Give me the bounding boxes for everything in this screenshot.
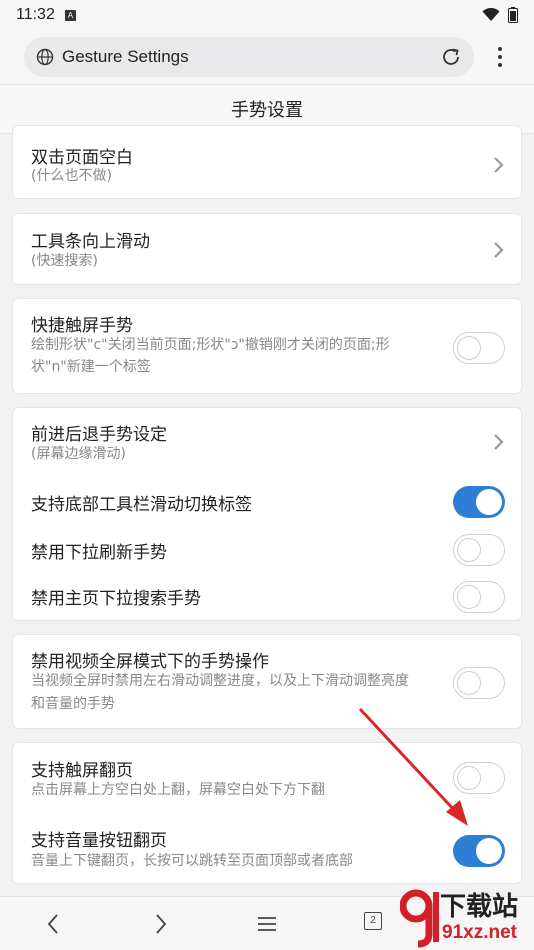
setting-quick-touch[interactable]: 快捷触屏手势 绘制形状"c"关闭当前页面;形状"ɔ"撤销刚才关闭的页面;形 状"… [13, 299, 523, 395]
globe-icon [36, 48, 54, 66]
touch-page-turn-toggle[interactable] [453, 762, 505, 794]
setting-subtitle: (屏幕边缘滑动) [31, 446, 126, 462]
hamburger-icon [258, 917, 276, 931]
volume-page-turn-toggle[interactable] [453, 835, 505, 867]
tab-count-button[interactable]: 2 [364, 912, 382, 930]
setting-title: 禁用下拉刷新手势 [31, 543, 167, 563]
setting-title: 禁用视频全屏模式下的手势操作 [31, 652, 269, 672]
card-video-fullscreen: 禁用视频全屏模式下的手势操作 当视频全屏时禁用左右滑动调整进度，以及上下滑动调整… [12, 634, 522, 729]
setting-title: 支持触屏翻页 [31, 761, 133, 781]
quick-touch-toggle[interactable] [453, 332, 505, 364]
setting-touch-page-turn[interactable]: 支持触屏翻页 点击屏幕上方空白处上翻，屏幕空白处下方下翻 [13, 743, 523, 811]
setting-title: 工具条向上滑动 [31, 232, 150, 252]
setting-disable-video-fullscreen[interactable]: 禁用视频全屏模式下的手势操作 当视频全屏时禁用左右滑动调整进度，以及上下滑动调整… [13, 635, 523, 730]
bottom-toolbar-swipe-toggle[interactable] [453, 486, 505, 518]
forward-button[interactable] [146, 909, 176, 939]
watermark: 下载站 91xz.net [400, 884, 534, 950]
status-time: 11:32 [16, 6, 55, 23]
setting-subtitle: 当视频全屏时禁用左右滑动调整进度，以及上下滑动调整亮度 [31, 673, 409, 689]
setting-toolbar-swipe-up[interactable]: 工具条向上滑动 (快速搜索) [13, 214, 523, 286]
chevron-right-icon [494, 434, 504, 450]
setting-disable-pull-refresh[interactable]: 禁用下拉刷新手势 [13, 528, 523, 574]
card-page-turning: 支持触屏翻页 点击屏幕上方空白处上翻，屏幕空白处下方下翻 支持音量按钮翻页 音量… [12, 742, 522, 884]
setting-title: 禁用主页下拉搜索手势 [31, 589, 201, 609]
card-toolbar-swipe: 工具条向上滑动 (快速搜索) [12, 213, 522, 285]
chevron-right-icon [494, 242, 504, 258]
disable-home-pull-search-toggle[interactable] [453, 581, 505, 613]
setting-subtitle: 音量上下键翻页，长按可以跳转至页面顶部或者底部 [31, 853, 353, 869]
chevron-right-icon [156, 914, 167, 934]
setting-subtitle: 绘制形状"c"关闭当前页面;形状"ɔ"撤销刚才关闭的页面;形 [31, 337, 390, 353]
setting-double-tap[interactable]: 双击页面空白 (什么也不做) [13, 126, 523, 200]
setting-volume-page-turn[interactable]: 支持音量按钮翻页 音量上下键翻页，长按可以跳转至页面顶部或者底部 [13, 815, 523, 883]
card-quick-touch: 快捷触屏手势 绘制形状"c"关闭当前页面;形状"ɔ"撤销刚才关闭的页面;形 状"… [12, 298, 522, 394]
setting-disable-home-pull-search[interactable]: 禁用主页下拉搜索手势 [13, 574, 523, 620]
status-bar: 11:32 A [0, 0, 534, 30]
card-double-tap: 双击页面空白 (什么也不做) [12, 125, 522, 199]
setting-title: 支持底部工具栏滑动切换标签 [31, 495, 252, 515]
setting-subtitle: 状"n"新建一个标签 [31, 359, 151, 375]
battery-icon [508, 7, 518, 23]
watermark-en: 91xz.net [442, 922, 517, 943]
disable-video-fullscreen-toggle[interactable] [453, 667, 505, 699]
card-gesture-group: 前进后退手势设定 (屏幕边缘滑动) 支持底部工具栏滑动切换标签 禁用下拉刷新手势… [12, 407, 522, 621]
setting-back-forward[interactable]: 前进后退手势设定 (屏幕边缘滑动) [13, 408, 523, 476]
setting-subtitle: 点击屏幕上方空白处上翻，屏幕空白处下方下翻 [31, 782, 325, 798]
watermark-cn: 下载站 [440, 892, 519, 922]
setting-subtitle: (快速搜索) [31, 253, 98, 269]
more-menu-icon[interactable] [492, 44, 508, 70]
disable-pull-refresh-toggle[interactable] [453, 534, 505, 566]
setting-subtitle: (什么也不做) [31, 168, 112, 184]
reload-icon[interactable] [440, 46, 462, 68]
back-button[interactable] [38, 909, 68, 939]
chevron-left-icon [47, 914, 58, 934]
address-bar[interactable]: Gesture Settings [24, 37, 474, 77]
setting-bottom-toolbar-swipe[interactable]: 支持底部工具栏滑动切换标签 [13, 480, 523, 526]
browser-toolbar: Gesture Settings [0, 30, 534, 84]
url-text: Gesture Settings [62, 47, 189, 66]
page-title: 手势设置 [231, 100, 303, 121]
chevron-right-icon [494, 157, 504, 173]
watermark-logo [400, 889, 439, 948]
setting-subtitle: 和音量的手势 [31, 696, 115, 712]
setting-title: 支持音量按钮翻页 [31, 831, 167, 851]
setting-title: 快捷触屏手势 [31, 316, 133, 336]
menu-button[interactable] [252, 909, 282, 939]
setting-title: 前进后退手势设定 [31, 425, 167, 445]
notification-icon: A [64, 9, 76, 21]
wifi-icon [482, 8, 500, 21]
